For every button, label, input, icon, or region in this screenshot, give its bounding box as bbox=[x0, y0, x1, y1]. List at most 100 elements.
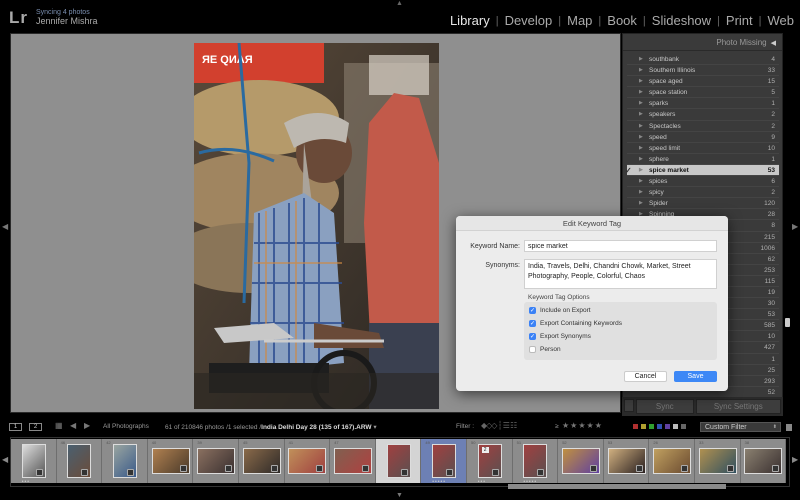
filmstrip-cell[interactable]: 50 2 ••• bbox=[467, 439, 513, 485]
thumbnail[interactable] bbox=[288, 448, 327, 474]
option-export-containing-keywords[interactable]: ✓ Export Containing Keywords bbox=[529, 320, 622, 327]
disclosure-triangle-icon[interactable]: ▶ bbox=[639, 143, 643, 154]
keyword-list-scrollbar[interactable] bbox=[785, 318, 790, 327]
module-slideshow[interactable]: Slideshow bbox=[652, 13, 711, 28]
module-print[interactable]: Print bbox=[726, 13, 753, 28]
thumbnail[interactable] bbox=[242, 448, 281, 474]
source-label[interactable]: All Photographs bbox=[103, 423, 149, 430]
option-person[interactable]: Person bbox=[529, 346, 561, 353]
keyword-badge-icon[interactable] bbox=[726, 465, 734, 472]
thumbnail[interactable] bbox=[561, 448, 600, 474]
keyword-badge-icon[interactable] bbox=[446, 469, 454, 476]
filmstrip-cell[interactable]: 39 bbox=[193, 439, 239, 483]
grid-view-icon[interactable]: ▦ bbox=[55, 421, 63, 430]
disclosure-triangle-icon[interactable]: ▶ bbox=[639, 65, 643, 76]
filmstrip-left-arrow-icon[interactable]: ◀ bbox=[2, 455, 8, 464]
sync-settings-button[interactable]: Sync Settings bbox=[695, 399, 781, 414]
disclosure-triangle-icon[interactable]: ▶ bbox=[639, 109, 643, 120]
keyword-badge-icon[interactable] bbox=[361, 465, 369, 472]
rating-operator[interactable]: ≥ bbox=[555, 423, 559, 430]
disclosure-triangle-icon[interactable]: ▶ bbox=[639, 154, 643, 165]
keyword-row[interactable]: ▶ southbank 4 bbox=[627, 54, 779, 66]
keyword-badge-icon[interactable] bbox=[270, 465, 278, 472]
keyword-badge-icon[interactable] bbox=[537, 469, 545, 476]
keyword-badge-icon[interactable] bbox=[772, 465, 780, 472]
keyword-badge-icon[interactable] bbox=[81, 469, 89, 476]
color-label-swatch[interactable] bbox=[649, 424, 654, 429]
filmstrip-cell[interactable]: 46 bbox=[56, 439, 103, 483]
keyword-row[interactable]: ▶ speakers 2 bbox=[627, 109, 779, 121]
filmstrip-cell[interactable]: 52 bbox=[558, 439, 604, 483]
next-arrow-icon[interactable]: ▶ bbox=[84, 421, 90, 430]
keyword-row[interactable]: ▶ space station 5 bbox=[627, 87, 779, 99]
keyword-badge-icon[interactable] bbox=[681, 465, 689, 472]
filmstrip-scrollbar[interactable] bbox=[508, 484, 726, 489]
primary-window-button[interactable]: 1 bbox=[9, 423, 22, 431]
right-panel-toggle-icon[interactable]: ▶ bbox=[792, 222, 798, 231]
keyword-row[interactable]: ▶ spices 6 bbox=[627, 176, 779, 188]
filmstrip-cell[interactable]: 53 bbox=[603, 439, 650, 483]
disclosure-triangle-icon[interactable]: ▶ bbox=[639, 87, 643, 98]
keyword-row[interactable]: ▶ spicy 2 bbox=[627, 187, 779, 199]
top-panel-toggle-icon[interactable]: ▲ bbox=[396, 0, 403, 7]
checkbox[interactable]: ✓ bbox=[529, 320, 536, 327]
keyword-name-field[interactable] bbox=[524, 240, 717, 252]
disclosure-triangle-icon[interactable]: ▶ bbox=[639, 132, 643, 143]
thumbnail[interactable] bbox=[197, 448, 236, 474]
triangle-left-icon[interactable]: ◀ bbox=[771, 40, 776, 47]
filmstrip-cell[interactable]: 26 bbox=[649, 439, 695, 483]
thumbnail[interactable] bbox=[151, 448, 190, 474]
disclosure-triangle-icon[interactable]: ▶ bbox=[639, 165, 643, 176]
filmstrip-cell[interactable]: 40 bbox=[147, 439, 194, 483]
disclosure-triangle-icon[interactable]: ▶ bbox=[639, 54, 643, 65]
keyword-badge-icon[interactable] bbox=[316, 465, 324, 472]
module-develop[interactable]: Develop bbox=[505, 13, 553, 28]
filmstrip-cell[interactable]: 42 bbox=[102, 439, 148, 483]
save-button[interactable]: Save bbox=[674, 371, 717, 382]
sync-button[interactable]: Sync bbox=[636, 399, 694, 414]
filmstrip-right-arrow-icon[interactable]: ▶ bbox=[792, 455, 798, 464]
left-panel-toggle-icon[interactable]: ◀ bbox=[2, 222, 8, 231]
thumbnail[interactable] bbox=[67, 444, 92, 478]
option-export-synonyms[interactable]: ✓ Export Synonyms bbox=[529, 333, 591, 340]
keyword-row[interactable]: ▶ speed 9 bbox=[627, 132, 779, 143]
disclosure-triangle-icon[interactable]: ▶ bbox=[639, 198, 643, 209]
thumbnail[interactable] bbox=[432, 444, 457, 478]
thumbnail[interactable] bbox=[112, 444, 137, 478]
filmstrip-cell[interactable]: 51 ••••• bbox=[512, 439, 559, 485]
color-label-swatch[interactable] bbox=[665, 424, 670, 429]
filmstrip-cell[interactable]: 45 bbox=[239, 439, 285, 483]
disclosure-triangle-icon[interactable]: ▶ bbox=[639, 98, 643, 109]
module-library[interactable]: Library bbox=[450, 13, 490, 28]
synonyms-field[interactable]: India, Travels, Delhi, Chandni Chowk, Ma… bbox=[524, 259, 717, 289]
color-label-swatch[interactable] bbox=[641, 424, 646, 429]
disclosure-triangle-icon[interactable]: ▶ bbox=[639, 187, 643, 198]
disclosure-triangle-icon[interactable]: ▶ bbox=[639, 121, 643, 132]
keyword-row[interactable]: ▶ Spectacles 2 bbox=[627, 121, 779, 132]
flag-filter-icons[interactable]: ◆◇◇ ┆ ☰ ☷ bbox=[481, 421, 517, 430]
keyword-row[interactable]: ✓ ▶ spice market 53 bbox=[625, 164, 779, 177]
secondary-window-button[interactable]: 2 bbox=[29, 423, 42, 431]
filename-dropdown-icon[interactable]: ▾ bbox=[373, 424, 376, 431]
keyword-badge-icon[interactable] bbox=[589, 465, 597, 472]
filmstrip-cell[interactable]: ••• bbox=[11, 439, 57, 485]
keyword-badge-icon[interactable] bbox=[400, 469, 408, 476]
keyword-row[interactable]: ▶ sphere 1 bbox=[627, 154, 779, 165]
thumbnail[interactable]: 2 bbox=[477, 444, 502, 478]
keyword-badge-icon[interactable] bbox=[35, 469, 43, 476]
color-label-swatch[interactable] bbox=[673, 424, 678, 429]
panel-header[interactable]: Photo Missing ◀ bbox=[623, 34, 782, 51]
keyword-badge-icon[interactable] bbox=[225, 465, 233, 472]
user-name[interactable]: Jennifer Mishra bbox=[36, 16, 98, 26]
disclosure-triangle-icon[interactable]: ▶ bbox=[639, 76, 643, 87]
filmstrip-cell[interactable]: 33 bbox=[695, 439, 741, 483]
checkbox[interactable]: ✓ bbox=[529, 333, 536, 340]
option-include-on-export[interactable]: ✓ Include on Export bbox=[529, 307, 591, 314]
disclosure-triangle-icon[interactable]: ▶ bbox=[639, 176, 643, 187]
custom-filter-select[interactable]: Custom Filter ⬍ bbox=[700, 422, 781, 432]
filmstrip-cell[interactable]: 41 bbox=[284, 439, 331, 483]
color-label-swatch[interactable] bbox=[681, 424, 686, 429]
module-book[interactable]: Book bbox=[607, 13, 637, 28]
thumbnail[interactable] bbox=[523, 444, 548, 478]
keyword-badge-icon[interactable] bbox=[126, 469, 134, 476]
